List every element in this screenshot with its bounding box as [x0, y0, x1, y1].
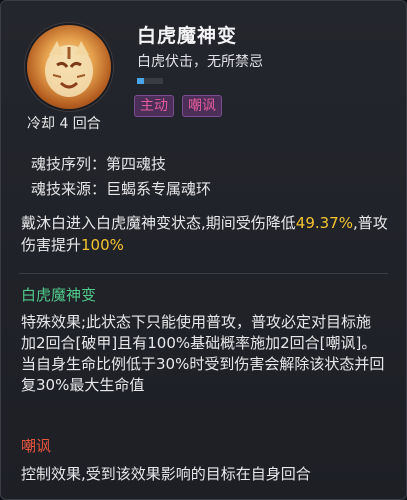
- tag-active: 主动: [134, 95, 174, 117]
- description-text-1: 戴沐白进入白虎魔神变状态,期间受伤降低: [21, 214, 296, 232]
- section-heading-taunt: 嘲讽: [21, 437, 52, 455]
- attack-boost-value: 100%: [81, 236, 124, 254]
- section-text-taunt: 控制效果,受到该效果影响的目标在自身回合: [21, 465, 311, 483]
- skill-progress-bar: [137, 78, 163, 84]
- skill-source: 魂技来源：巨蝎系专属魂环: [31, 180, 212, 198]
- skill-meta: 魂技序列：第四魂技 魂技来源：巨蝎系专属魂环: [31, 152, 211, 202]
- section-divider: [19, 273, 388, 274]
- skill-title: 白虎魔神变: [137, 25, 238, 47]
- skill-sequence: 魂技序列：第四魂技: [31, 155, 167, 173]
- skill-description: 戴沐白进入白虎魔神变状态,期间受伤降低49.37%,普攻伤害提升100%: [21, 212, 391, 256]
- section-text-transform: 特殊效果;此状态下只能使用普攻，普攻必定对目标施加2回合[破甲]且有100%基础…: [21, 313, 385, 394]
- damage-reduction-value: 49.37%: [295, 214, 353, 232]
- skill-progress-fill: [137, 78, 144, 84]
- skill-avatar-icon: [27, 25, 111, 109]
- section-heading-transform: 白虎魔神变: [21, 286, 97, 304]
- skill-tags: 主动 嘲讽: [134, 95, 222, 117]
- tag-taunt: 嘲讽: [182, 95, 222, 117]
- cooldown-label: 冷却 4 回合: [27, 116, 101, 132]
- skill-tooltip-card: 冷却 4 回合 白虎魔神变 白虎伏击，无所禁忌 主动 嘲讽 魂技序列：第四魂技 …: [0, 0, 407, 500]
- skill-subtitle: 白虎伏击，无所禁忌: [137, 54, 263, 70]
